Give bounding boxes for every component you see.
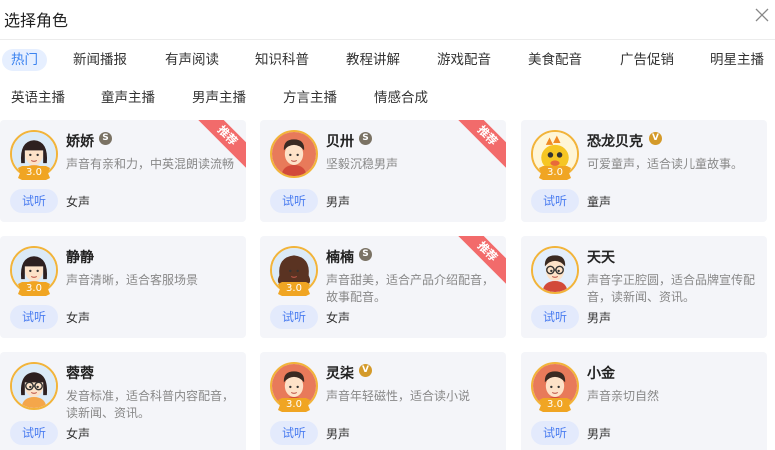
listen-button[interactable]: 试听	[270, 189, 318, 213]
tab-5[interactable]: 游戏配音	[437, 49, 491, 71]
voice-card[interactable]: 天天声音字正腔圆，适合品牌宣传配音，读新闻、资讯。 试听 男声	[521, 236, 767, 338]
female-glasses-avatar-icon	[10, 362, 58, 410]
voice-gender: 女声	[66, 195, 91, 209]
voice-card[interactable]: 3.0 小金声音亲切自然试听 男声	[521, 352, 767, 450]
tab-13[interactable]: 情感合成	[374, 87, 428, 109]
tab-12[interactable]: 方言主播	[283, 87, 337, 109]
voice-description: 发音标准，适合科普内容配音，读新闻、资讯。	[66, 389, 235, 420]
voice-description: 声音甜美，适合产品介绍配音，故事配音。	[326, 273, 495, 304]
listen-button[interactable]: 试听	[531, 189, 579, 213]
tier-badge-icon: S	[359, 132, 372, 145]
tab-8[interactable]: 明星主播	[710, 49, 764, 71]
voice-name: 恐龙贝克	[587, 134, 643, 150]
dialog-title: 选择角色	[4, 11, 69, 30]
voice-gender: 男声	[587, 311, 612, 325]
voice-description: 声音字正腔圆，适合品牌宣传配音，读新闻、资讯。	[587, 273, 756, 304]
tab-7[interactable]: 广告促销	[620, 49, 674, 71]
tab-1[interactable]: 新闻播报	[73, 49, 127, 71]
male-glasses-avatar-icon	[531, 246, 579, 294]
voice-gender: 女声	[66, 427, 91, 441]
listen-button[interactable]: 试听	[531, 305, 579, 329]
voice-card[interactable]: 3.0 恐龙贝克 V 可爱童声，适合读儿童故事。试听 童声	[521, 120, 767, 222]
voice-description: 声音亲切自然	[587, 389, 660, 403]
voice-description: 声音清晰，适合客服场景	[66, 273, 199, 287]
level-badge: 3.0	[278, 398, 310, 412]
tab-6[interactable]: 美食配音	[528, 49, 582, 71]
voice-gender: 童声	[587, 195, 612, 209]
tier-badge-icon: S	[359, 248, 372, 261]
tab-11[interactable]: 男声主播	[192, 87, 246, 109]
tab-10[interactable]: 童声主播	[101, 87, 155, 109]
voice-gender: 男声	[326, 195, 351, 209]
close-icon[interactable]	[755, 8, 769, 22]
voice-name: 娇娇	[66, 134, 94, 150]
voice-card[interactable]: 3.0 楠楠 S 声音甜美，适合产品介绍配音，故事配音。 试听 女声 推荐	[260, 236, 506, 338]
tab-4[interactable]: 教程讲解	[346, 49, 400, 71]
level-badge: 3.0	[278, 282, 310, 296]
level-badge: 3.0	[18, 282, 50, 296]
voice-card[interactable]: 3.0 娇娇 S 声音有亲和力，中英混朗读流畅 试听 女声 推荐	[0, 120, 246, 222]
level-badge: 3.0	[18, 166, 50, 180]
voice-description: 可爱童声，适合读儿童故事。	[587, 157, 744, 171]
voice-name: 楠楠	[326, 250, 354, 266]
level-badge: 3.0	[539, 166, 571, 180]
tab-3[interactable]: 知识科普	[255, 49, 309, 71]
voice-gender: 女声	[326, 311, 351, 325]
tier-badge-icon: V	[359, 364, 372, 377]
voice-description: 声音有亲和力，中英混朗读流畅	[66, 157, 235, 171]
voice-card[interactable]: 蓉蓉发音标准，适合科普内容配音，读新闻、资讯。 试听 女声	[0, 352, 246, 450]
tab-0[interactable]: 热门	[2, 49, 47, 71]
voice-card[interactable]: 贝卅 S 坚毅沉稳男声 试听 男声 推荐	[260, 120, 506, 222]
voice-description: 坚毅沉稳男声	[326, 157, 399, 171]
level-badge: 3.0	[539, 398, 571, 412]
listen-button[interactable]: 试听	[270, 421, 318, 445]
tab-9[interactable]: 英语主播	[11, 87, 65, 109]
voice-gender: 男声	[587, 427, 612, 441]
voice-name: 天天	[587, 250, 615, 266]
voice-gender: 女声	[66, 311, 91, 325]
listen-button[interactable]: 试听	[10, 189, 58, 213]
listen-button[interactable]: 试听	[270, 305, 318, 329]
voice-name: 蓉蓉	[66, 366, 94, 382]
voice-card[interactable]: 3.0 灵柒 V 声音年轻磁性，适合读小说试听 男声	[260, 352, 506, 450]
tier-badge-icon: S	[99, 132, 112, 145]
listen-button[interactable]: 试听	[531, 421, 579, 445]
voice-name: 灵柒	[326, 366, 354, 382]
voice-gender: 男声	[326, 427, 351, 441]
listen-button[interactable]: 试听	[10, 305, 58, 329]
tier-badge-icon: V	[649, 132, 662, 145]
voice-name: 小金	[587, 366, 615, 382]
male-avatar-icon	[270, 130, 318, 178]
voice-description: 声音年轻磁性，适合读小说	[326, 389, 471, 403]
dialog-header: 选择角色	[0, 0, 775, 40]
voice-card[interactable]: 3.0 静静声音清晰，适合客服场景试听 女声	[0, 236, 246, 338]
tab-2[interactable]: 有声阅读	[165, 49, 219, 71]
listen-button[interactable]: 试听	[10, 421, 58, 445]
voice-name: 静静	[66, 250, 94, 266]
voice-name: 贝卅	[326, 134, 354, 150]
